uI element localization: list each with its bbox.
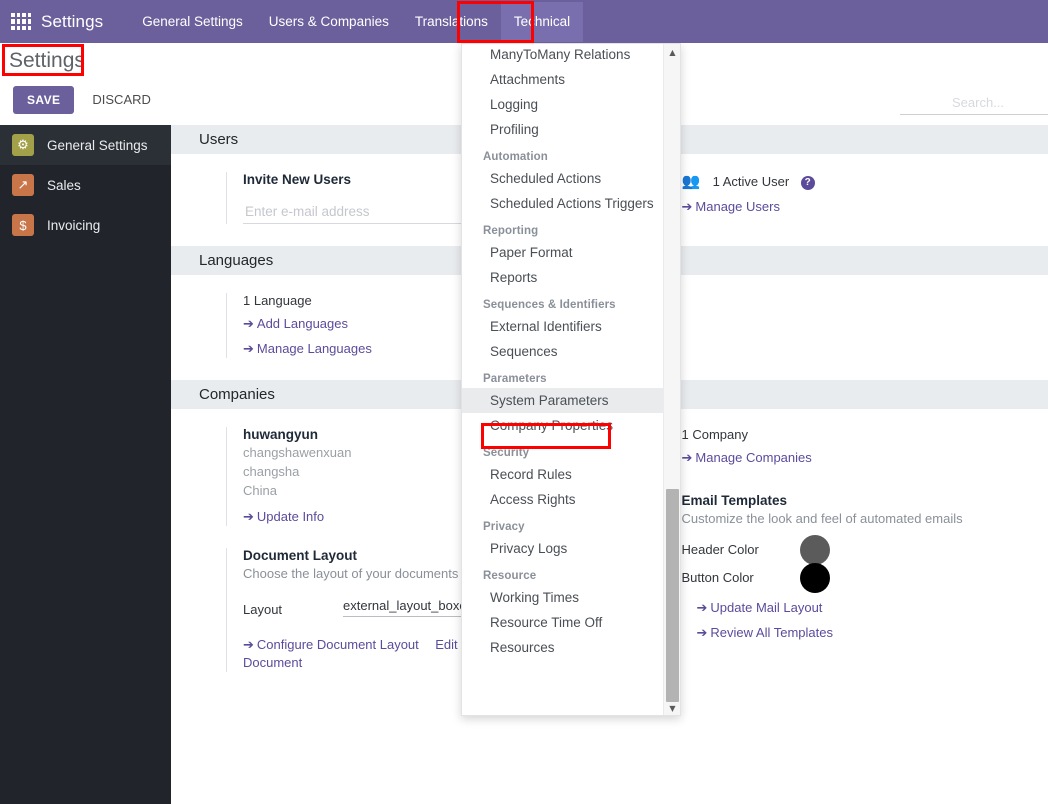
gear-icon: ⚙ (12, 134, 34, 156)
button-color-label: Button Color (681, 570, 754, 586)
chart-line-icon: ↗ (12, 174, 34, 196)
arrow-right-icon: ➔ (243, 342, 254, 357)
setting-title: Email Templates (681, 493, 788, 508)
dropdown-items-container: Model ConstraintsManyToMany RelationsAtt… (462, 44, 665, 660)
setting-email-templates: Email Templates Customize the look and f… (664, 493, 1048, 642)
add-languages-link[interactable]: ➔ Add Languages (243, 316, 348, 332)
dropdown-item-manytomany-relations[interactable]: ManyToMany Relations (462, 44, 665, 67)
arrow-right-icon: ➔ (243, 638, 254, 654)
review-all-templates-link[interactable]: ➔ Review All Templates (697, 625, 834, 641)
dropdown-item-logging[interactable]: Logging (462, 92, 665, 117)
dropdown-item-access-rights[interactable]: Access Rights (462, 487, 665, 512)
link-label: Manage Companies (695, 450, 812, 465)
link-label: Update Info (256, 508, 325, 524)
dropdown-item-sequences[interactable]: Sequences (462, 339, 665, 364)
sidebar-item-label: Invoicing (47, 217, 101, 233)
sidebar-item-label: Sales (47, 177, 81, 193)
scrollbar-thumb[interactable] (666, 489, 679, 702)
link-label: Add Languages (256, 316, 348, 331)
arrow-right-icon: ➔ (681, 200, 693, 215)
link-label: Manage Languages (256, 341, 372, 356)
search-input[interactable] (900, 93, 1048, 115)
update-mail-layout-link[interactable]: ➔ Update Mail Layout (697, 600, 823, 616)
dropdown-group-label: Reporting (483, 225, 539, 237)
button-color-row: Button Color (681, 562, 1048, 593)
active-user-count: 1 Active User (712, 174, 790, 189)
help-question-icon[interactable]: ? (800, 176, 815, 190)
dropdown-item-profiling[interactable]: Profiling (462, 117, 665, 142)
dropdown-item-system-parameters[interactable]: System Parameters (462, 388, 665, 413)
dropdown-group-label: Sequences & Identifiers (483, 299, 616, 311)
company-count: 1 Company (681, 427, 748, 442)
scroll-up-arrow-icon[interactable]: ▲ (664, 45, 680, 60)
active-users-row: 👥 1 Active User ? (682, 172, 1048, 191)
dropdown-item-paper-format[interactable]: Paper Format (462, 240, 665, 265)
configure-document-layout-link[interactable]: ➔ Configure Document Layout (243, 637, 419, 653)
dropdown-item-working-times[interactable]: Working Times (462, 585, 665, 610)
discard-button[interactable]: DISCARD (88, 85, 155, 114)
page-title: Settings (9, 49, 85, 72)
header-color-row: Header Color (681, 534, 1048, 565)
dropdown-item-scheduled-actions[interactable]: Scheduled Actions (462, 166, 665, 191)
navitem-translations[interactable]: Translations (402, 2, 501, 42)
manage-languages-link[interactable]: ➔ Manage Languages (243, 341, 372, 357)
dropdown-item-resources[interactable]: Resources (462, 635, 665, 660)
update-info-link[interactable]: ➔ Update Info (243, 509, 324, 525)
save-button[interactable]: SAVE (13, 85, 75, 114)
top-navbar: Settings General Settings Users & Compan… (0, 0, 1048, 43)
dropdown-item-external-identifiers[interactable]: External Identifiers (462, 314, 665, 339)
manage-users-link[interactable]: ➔ Manage Users (682, 199, 780, 215)
arrow-right-icon: ➔ (696, 625, 708, 641)
setting-description: Customize the look and feel of automated… (681, 511, 963, 526)
invoice-document-icon: $ (12, 214, 34, 236)
dropdown-item-company-properties[interactable]: Company Properties (462, 413, 665, 438)
layout-label: Layout (243, 602, 283, 618)
sidebar-item-general-settings[interactable]: ⚙ General Settings (0, 125, 171, 165)
dropdown-group-label: Parameters (483, 373, 547, 385)
dropdown-item-record-rules[interactable]: Record Rules (462, 462, 665, 487)
dropdown-scrollbar[interactable]: ▲ ▼ (663, 44, 680, 715)
dropdown-group-label: Security (483, 447, 530, 459)
navitem-users-companies[interactable]: Users & Companies (256, 2, 402, 42)
control-panel-buttons: SAVE DISCARD (13, 85, 155, 114)
technical-dropdown-menu: Model ConstraintsManyToMany RelationsAtt… (461, 43, 681, 716)
setting-companies-count: 1 Company ➔ Manage Companies (664, 427, 1048, 467)
dropdown-item-scheduled-actions-triggers[interactable]: Scheduled Actions Triggers (462, 191, 665, 216)
dropdown-item-reports[interactable]: Reports (462, 265, 665, 290)
dropdown-group-label: Privacy (483, 521, 525, 533)
dropdown-item-resource-time-off[interactable]: Resource Time Off (462, 610, 665, 635)
link-label: Update Mail Layout (710, 599, 823, 615)
arrow-right-icon: ➔ (243, 317, 254, 332)
sidebar-item-label: General Settings (47, 137, 148, 153)
header-color-label: Header Color (681, 542, 759, 558)
header-color-swatch[interactable] (799, 534, 830, 565)
button-color-swatch[interactable] (799, 562, 830, 593)
arrow-right-icon: ➔ (243, 509, 254, 525)
setting-active-users: 👥 1 Active User ? ➔ Manage Users (664, 172, 1048, 216)
apps-grid-icon[interactable] (11, 13, 31, 30)
app-sidebar: ⚙ General Settings ↗ Sales $ Invoicing (0, 125, 171, 804)
navitem-general-settings[interactable]: General Settings (129, 2, 256, 42)
dropdown-group-label: Automation (483, 151, 548, 163)
search-container (900, 93, 1048, 115)
scroll-down-arrow-icon[interactable]: ▼ (664, 701, 680, 715)
group-users-icon: 👥 (681, 172, 701, 190)
dropdown-item-attachments[interactable]: Attachments (462, 67, 665, 92)
link-label: Review All Templates (710, 624, 833, 640)
app-brand-title[interactable]: Settings (41, 12, 103, 32)
manage-companies-link[interactable]: ➔ Manage Companies (682, 450, 812, 466)
arrow-right-icon: ➔ (681, 451, 693, 466)
sidebar-item-invoicing[interactable]: $ Invoicing (0, 205, 171, 245)
link-label: Manage Users (695, 199, 780, 214)
dropdown-scroll-viewport: Model ConstraintsManyToMany RelationsAtt… (462, 44, 665, 715)
link-label: Configure Document Layout (256, 637, 419, 653)
dropdown-item-privacy-logs[interactable]: Privacy Logs (462, 536, 665, 561)
sidebar-item-sales[interactable]: ↗ Sales (0, 165, 171, 205)
dropdown-group-label: Resource (483, 570, 537, 582)
navitem-technical[interactable]: Technical (500, 1, 584, 42)
arrow-right-icon: ➔ (696, 600, 708, 616)
